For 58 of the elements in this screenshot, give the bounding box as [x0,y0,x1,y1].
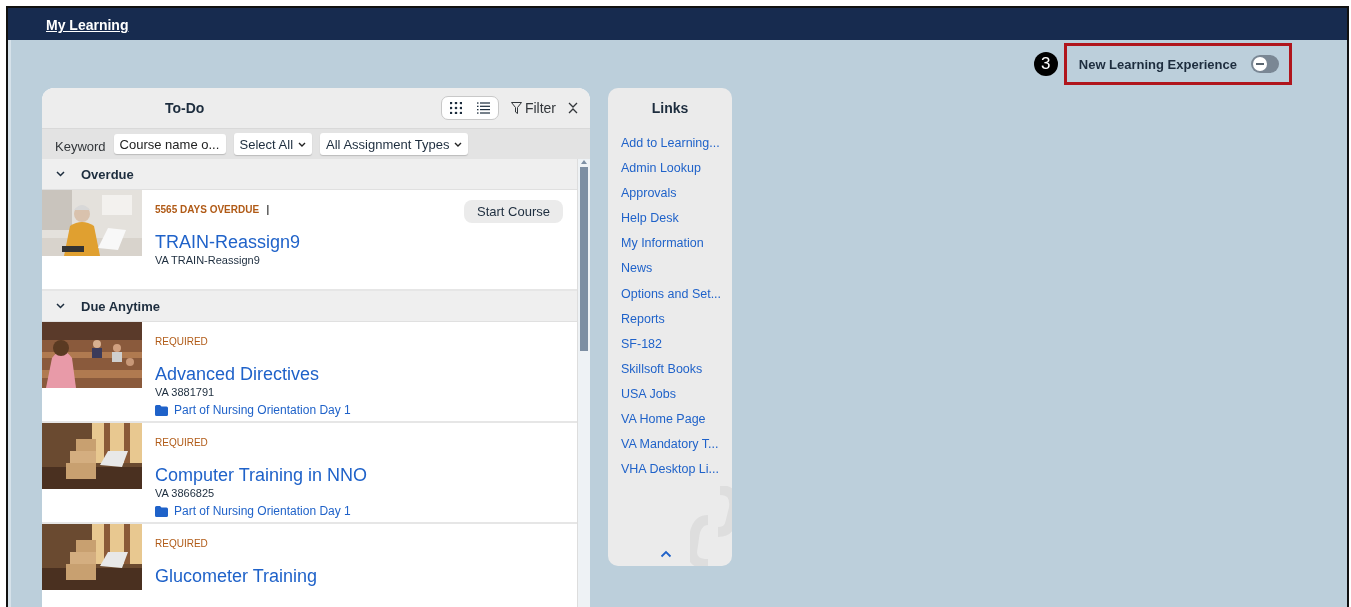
page-title-link[interactable]: My Learning [46,17,129,33]
link-item[interactable]: USA Jobs [621,386,676,401]
filter-icon [510,102,522,114]
scrollbar[interactable] [578,159,590,607]
toggle-switch[interactable] [1251,55,1279,73]
link-item[interactable]: Admin Lookup [621,161,701,176]
link-item[interactable]: VA Home Page [621,412,706,427]
status-label: REQUIRED [155,335,208,347]
status-label: REQUIRED [155,537,208,549]
course-code: VA TRAIN-Reassign9 [155,254,261,266]
folder-icon [155,505,168,517]
program-link[interactable]: Part of Nursing Orientation Day 1 [155,403,351,417]
panel-title: Links [650,99,690,116]
link-item[interactable]: Reports [621,311,665,326]
group-title: Due Anytime [81,298,160,314]
link-item[interactable]: Help Desk [621,211,679,226]
group-header[interactable]: Due Anytime [42,291,577,322]
status-label: REQUIRED [155,436,208,448]
status-dropdown[interactable]: Select All [233,133,313,155]
group-header[interactable]: Overdue [42,159,577,190]
chevron-up-icon[interactable] [660,550,672,558]
course-title-link[interactable]: Computer Training in NNO [155,465,368,486]
link-item[interactable]: Approvals [621,186,677,201]
chain-link-icon [690,486,732,566]
chevron-icon [56,171,65,177]
course-title-link[interactable]: Advanced Directives [155,364,351,385]
link-item[interactable]: VA Mandatory T... [621,437,719,452]
grid-icon [449,102,462,114]
chevron-icon [56,303,65,309]
link-item[interactable]: News [621,261,653,276]
course-code: VA 3881791 [155,386,216,398]
status-label: 5565 DAYS OVERDUE [155,203,260,215]
course-code: VA 3866825 [155,487,216,499]
link-item[interactable]: Options and Set... [621,286,722,301]
folder-icon [155,404,168,416]
link-item[interactable]: Skillsoft Books [621,361,703,376]
panel-title: To-Do [165,100,205,116]
start-course-button[interactable]: Start Course [464,200,563,223]
keyword-field[interactable]: Course name o... [113,134,226,154]
collapse-button[interactable] [568,102,578,114]
course-title-link[interactable]: TRAIN-Reassign9 [155,232,301,253]
collapse-icon [568,102,578,114]
group-title: Overdue [81,166,134,182]
link-item[interactable]: SF-182 [621,336,662,351]
program-link[interactable]: Part of Nursing Orientation Day 1 [155,504,368,518]
filter-button[interactable]: Filter [510,100,556,116]
course-title-link[interactable]: Glucometer Training [155,566,318,587]
chevron-down-icon [454,141,463,147]
chevron-down-icon [298,141,307,147]
link-item[interactable]: My Information [621,236,704,251]
link-item[interactable]: Add to Learning... [621,136,720,150]
assignment-type-dropdown[interactable]: All Assignment Types [320,133,469,155]
toggle-label: New Learning Experience [1078,56,1237,72]
list-icon [477,102,491,114]
separator-mark: | [266,203,270,215]
step-number-badge: 3 [1033,52,1058,76]
link-item[interactable]: VHA Desktop Li... [621,462,719,477]
keyword-label: Keyword [55,138,106,154]
